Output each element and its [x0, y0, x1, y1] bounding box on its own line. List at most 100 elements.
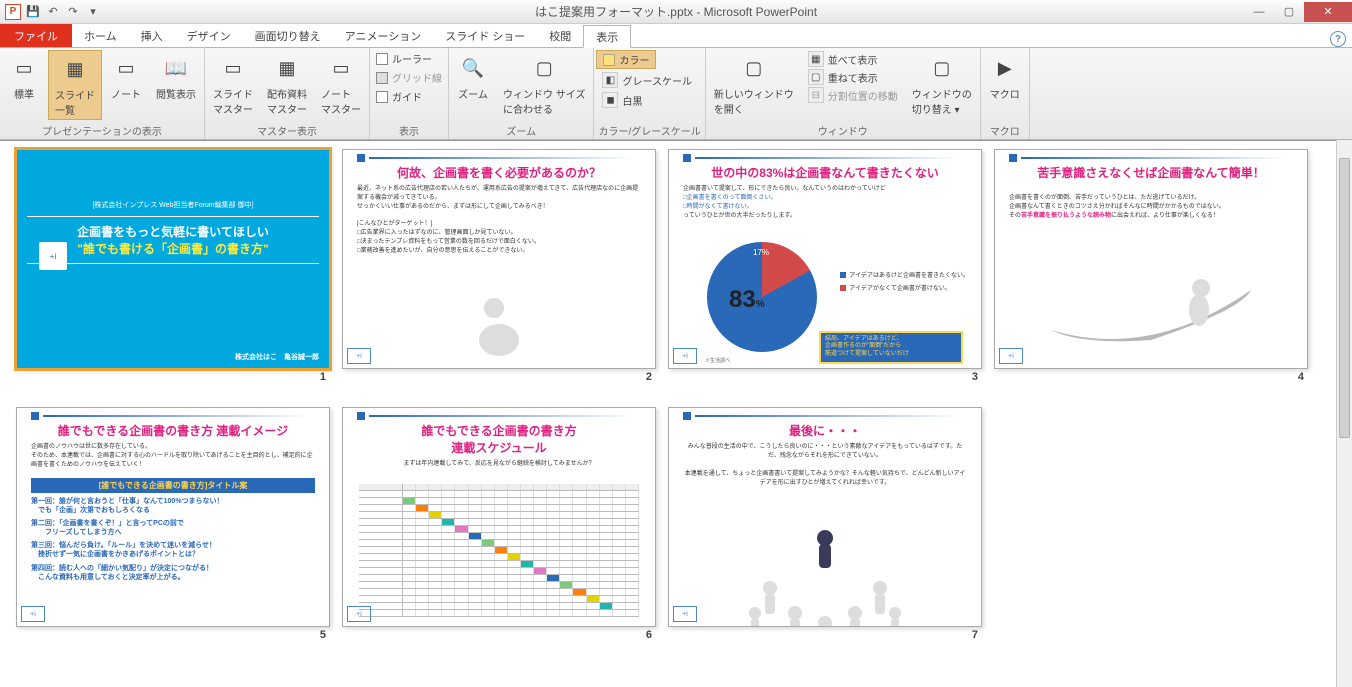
callout-box: 結局、アイデアはあるけど、 企画書作るのが"面倒"だから 筋道つけて提案していな…	[819, 331, 963, 364]
ruler-checkbox[interactable]: ルーラー	[372, 50, 436, 67]
tab-home[interactable]: ホーム	[72, 24, 129, 47]
tab-slideshow[interactable]: スライド ショー	[433, 24, 537, 47]
slide-intro: 企画書のノウハウは世に数多存在している。 そのため、本連載では、企画書に対する心…	[17, 439, 329, 474]
slide-logo-icon: +i	[347, 348, 371, 364]
slide-title: 誰でもできる企画書の書き方 連載イメージ	[17, 422, 329, 439]
slide-number: 6	[646, 629, 652, 641]
slide-thumbnail[interactable]: 苦手意識さえなくせば企画書なんて簡単！ 企画書を書くのが面倒、苦手だっていうひと…	[994, 149, 1308, 383]
grayscale-mode-button[interactable]: ◧グレースケール	[596, 71, 698, 89]
slide-title: 誰でもできる企画書の書き方 連載スケジュール	[343, 422, 655, 456]
tab-transitions[interactable]: 画面切り替え	[243, 24, 333, 47]
notes-master-button[interactable]: ▭ノート マスター	[315, 50, 367, 118]
slide-3[interactable]: 世の中の83%は企画書なんて書きたくない 企画書書いて提案して、形にできたら良い…	[668, 149, 982, 369]
macros-button[interactable]: ▶マクロ	[983, 50, 1027, 103]
slide-thumbnail[interactable]: 誰でもできる企画書の書き方 連載イメージ 企画書のノウハウは世に数多存在している…	[16, 407, 330, 641]
group-label: ウィンドウ	[706, 122, 980, 139]
minimize-button[interactable]: —	[1244, 2, 1274, 22]
titlebar: P 💾 ↶ ↷ ▾ はこ提案用フォーマット.pptx - Microsoft P…	[0, 0, 1352, 24]
save-icon[interactable]: 💾	[24, 3, 42, 21]
list-item: 第二回：「企画書を書くぞ！」と言ってPCの前で フリーズしてしまう方へ	[17, 515, 329, 537]
color-mode-button[interactable]: カラー	[596, 50, 656, 69]
tab-review[interactable]: 校閲	[537, 24, 583, 47]
slide-number: 1	[320, 371, 326, 383]
group-presentation-views: ▭標準 ▦スライド 一覧 ▭ノート 📖閲覧表示 プレゼンテーションの表示	[0, 48, 205, 139]
bw-mode-button[interactable]: ◼白黒	[596, 91, 648, 109]
group-window: ▢新しいウィンドウ を開く ▦並べて表示 ▢重ねて表示 ⊟分割位置の移動 ▢ウィ…	[706, 48, 981, 139]
cascade-button[interactable]: ▢重ねて表示	[802, 68, 904, 86]
view-slide-sorter-button[interactable]: ▦スライド 一覧	[48, 50, 102, 120]
arrange-all-button[interactable]: ▦並べて表示	[802, 50, 904, 68]
group-label: 表示	[370, 122, 448, 139]
slide-logo-icon: +i	[673, 348, 697, 364]
chart-source: ※生活調べ	[705, 357, 730, 364]
slide-logo-icon: +i	[673, 606, 697, 622]
slide-body: みんな普段の生活の中で、こうしたら良いのに・・・という素敵なアイデアをもっている…	[669, 439, 981, 492]
view-reading-button[interactable]: 📖閲覧表示	[150, 50, 202, 103]
group-label: マクロ	[981, 122, 1029, 139]
slide-7[interactable]: 最後に・・・ みんな普段の生活の中で、こうしたら良いのに・・・という素敵なアイデ…	[668, 407, 982, 627]
slide-subtitle: まずは年内連載してみて、反応を見ながら継続を検討してみませんか？	[343, 456, 655, 473]
group-color: カラー ◧グレースケール ◼白黒 カラー/グレースケール	[594, 48, 705, 139]
slide-thumbnail[interactable]: 世の中の83%は企画書なんて書きたくない 企画書書いて提案して、形にできたら良い…	[668, 149, 982, 383]
pie-value-big: 83%	[729, 286, 765, 314]
slide-4[interactable]: 苦手意識さえなくせば企画書なんて簡単！ 企画書を書くのが面倒、苦手だっていうひと…	[994, 149, 1308, 369]
slide-thumbnail[interactable]: [株式会社インプレス Web担当者Forum編集部 御中] +i 企画書をもっと…	[16, 149, 330, 383]
list-item: 第三回：悩んだら負け。「ルール」を決めて迷いを減らせ！ 挫折せず一気に企画書をか…	[17, 537, 329, 559]
handout-master-button[interactable]: ▦配布資料 マスター	[261, 50, 313, 118]
company-logo-icon: +i	[39, 242, 67, 270]
tab-view[interactable]: 表示	[583, 25, 631, 48]
group-label: ズーム	[449, 122, 593, 139]
scrollbar-thumb[interactable]	[1339, 158, 1350, 438]
slide-title: 世の中の83%は企画書なんて書きたくない	[669, 164, 981, 181]
slide-2[interactable]: 何故、企画書を書く必要があるのか？ 最近、ネット系の広告代理店の若い人たちが、運…	[342, 149, 656, 369]
group-zoom: 🔍ズーム ▢ウィンドウ サイズ に合わせる ズーム	[449, 48, 594, 139]
slide-title: 何故、企画書を書く必要があるのか？	[343, 164, 655, 181]
switch-window-button[interactable]: ▢ウィンドウの 切り替え ▾	[906, 50, 978, 118]
help-icon[interactable]: ?	[1330, 31, 1346, 47]
slide-master-button[interactable]: ▭スライド マスター	[207, 50, 259, 118]
slide-title: 最後に・・・	[669, 422, 981, 439]
slide-5[interactable]: 誰でもできる企画書の書き方 連載イメージ 企画書のノウハウは世に数多存在している…	[16, 407, 330, 627]
tab-file[interactable]: ファイル	[0, 24, 72, 47]
ppt-icon: P	[4, 3, 22, 21]
slide-6[interactable]: 誰でもできる企画書の書き方 連載スケジュール まずは年内連載してみて、反応を見な…	[342, 407, 656, 627]
slide-logo-icon: +i	[347, 606, 371, 622]
new-window-button[interactable]: ▢新しいウィンドウ を開く	[708, 50, 800, 118]
redo-icon[interactable]: ↷	[64, 3, 82, 21]
zoom-button[interactable]: 🔍ズーム	[451, 50, 495, 103]
window-title: はこ提案用フォーマット.pptx - Microsoft PowerPoint	[535, 3, 817, 20]
group-macros: ▶マクロ マクロ	[981, 48, 1030, 139]
slide-1[interactable]: [株式会社インプレス Web担当者Forum編集部 御中] +i 企画書をもっと…	[16, 149, 330, 369]
close-button[interactable]: ✕	[1304, 2, 1352, 22]
maximize-button[interactable]: ▢	[1274, 2, 1304, 22]
view-normal-button[interactable]: ▭標準	[2, 50, 46, 103]
move-split-button[interactable]: ⊟分割位置の移動	[802, 86, 904, 104]
slide-title: 苦手意識さえなくせば企画書なんて簡単！	[995, 164, 1307, 181]
ribbon: ▭標準 ▦スライド 一覧 ▭ノート 📖閲覧表示 プレゼンテーションの表示 ▭スラ…	[0, 48, 1352, 140]
quick-access-toolbar: P 💾 ↶ ↷ ▾	[0, 3, 102, 21]
undo-icon[interactable]: ↶	[44, 3, 62, 21]
vertical-scrollbar[interactable]	[1336, 140, 1352, 687]
guide-checkbox[interactable]: ガイド	[372, 88, 426, 105]
tab-insert[interactable]: 挿入	[129, 24, 175, 47]
view-notes-button[interactable]: ▭ノート	[104, 50, 148, 103]
slide-body: 企画書書いて提案して、形にできたら良い。なんていうのはわかっていけど □企画書を…	[669, 181, 981, 225]
slide-logo-icon: +i	[21, 606, 45, 622]
slide-number: 5	[320, 629, 326, 641]
fit-window-button[interactable]: ▢ウィンドウ サイズ に合わせる	[497, 50, 591, 118]
slide-thumbnail[interactable]: 最後に・・・ みんな普段の生活の中で、こうしたら良いのに・・・という素敵なアイデ…	[668, 407, 982, 641]
gantt-chart-icon	[359, 484, 639, 610]
slide-number: 3	[972, 371, 978, 383]
slide-logo-icon: +i	[999, 348, 1023, 364]
group-label: マスター表示	[205, 122, 369, 139]
people-circle-icon	[740, 518, 910, 627]
slide-sorter-view[interactable]: [株式会社インプレス Web担当者Forum編集部 御中] +i 企画書をもっと…	[0, 140, 1352, 687]
slide-thumbnail[interactable]: 何故、企画書を書く必要があるのか？ 最近、ネット系の広告代理店の若い人たちが、運…	[342, 149, 656, 383]
slide-thumbnail[interactable]: 誰でもできる企画書の書き方 連載スケジュール まずは年内連載してみて、反応を見な…	[342, 407, 656, 641]
window-controls: — ▢ ✕	[1244, 2, 1352, 22]
qat-dropdown-icon[interactable]: ▾	[84, 3, 102, 21]
tab-design[interactable]: デザイン	[175, 24, 243, 47]
thinking-figure-icon	[464, 290, 534, 360]
tab-animations[interactable]: アニメーション	[333, 24, 434, 47]
grid-checkbox[interactable]: グリッド線	[372, 69, 446, 86]
